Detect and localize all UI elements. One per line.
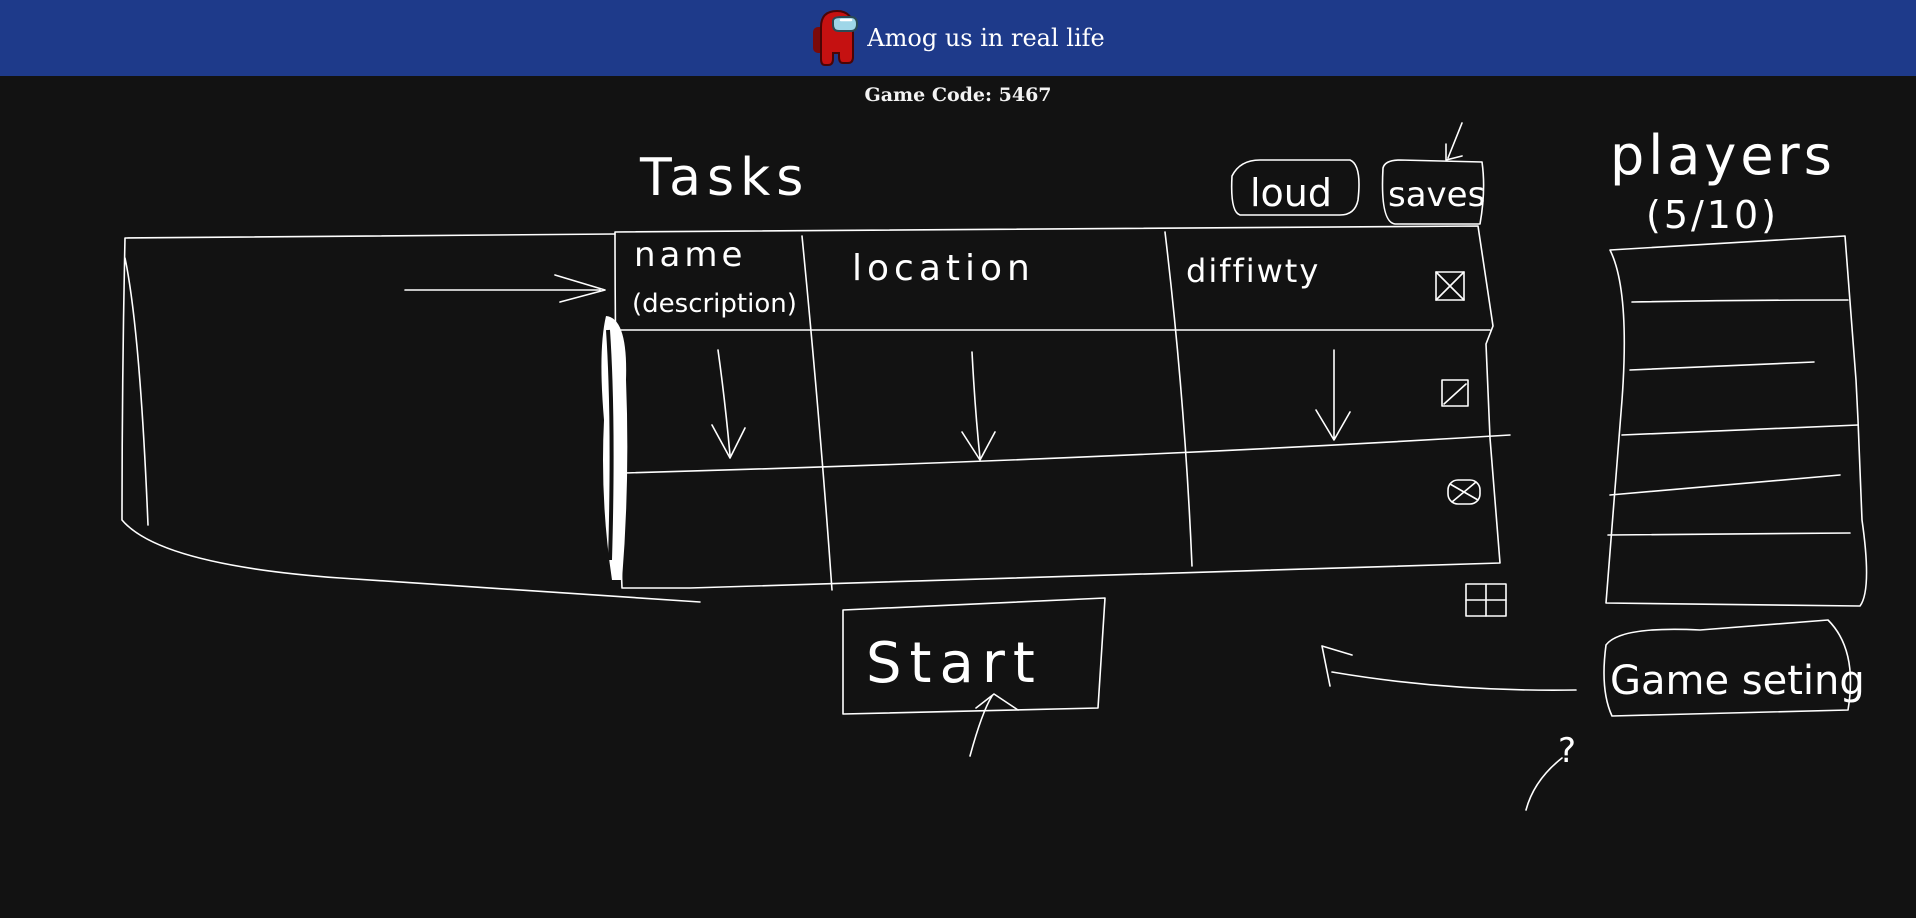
question-mark: ? xyxy=(1558,731,1576,771)
players-title: players xyxy=(1610,124,1836,187)
add-row-icon[interactable] xyxy=(1465,583,1507,617)
players-count: (5/10) xyxy=(1646,193,1779,237)
player-row-line-3 xyxy=(1621,424,1859,436)
player-row-line-2 xyxy=(1629,361,1815,371)
tasks-table-outline xyxy=(614,225,1501,589)
row-checkbox-3[interactable] xyxy=(1447,479,1481,505)
col-description: (description) xyxy=(632,289,797,319)
load-button[interactable]: loud xyxy=(1250,171,1332,215)
row-checkbox-2[interactable] xyxy=(1441,379,1469,407)
tasks-title: Tasks xyxy=(639,148,809,208)
arrow-to-saves xyxy=(1445,122,1463,161)
player-row-line-5 xyxy=(1607,532,1851,536)
arrow-to-start xyxy=(969,693,1019,757)
row-checkbox-1[interactable] xyxy=(1435,271,1465,301)
arrow-to-table xyxy=(404,274,606,303)
down-arrow-location xyxy=(961,351,996,461)
wireframe-sketch: Tasks loud saves name (description) loca… xyxy=(121,122,1868,811)
table-col-line-1 xyxy=(801,235,833,591)
player-row-line-4 xyxy=(1609,474,1841,496)
table-row-line-1 xyxy=(621,434,1511,474)
down-arrow-name xyxy=(711,349,746,459)
settings-button[interactable]: Game seting xyxy=(1610,658,1865,704)
col-location: location xyxy=(852,248,1035,289)
start-button[interactable]: Start xyxy=(866,631,1043,696)
divider-scribble xyxy=(601,316,628,580)
col-difficulty: diffiwty xyxy=(1186,252,1320,290)
question-arrow xyxy=(1525,757,1563,811)
player-row-line-1 xyxy=(1631,299,1849,303)
saves-button[interactable]: saves xyxy=(1388,175,1485,215)
col-name: name xyxy=(634,235,746,275)
players-list-outline xyxy=(1605,235,1868,607)
down-arrow-difficulty xyxy=(1315,349,1351,441)
arrow-from-settings xyxy=(1321,645,1577,691)
